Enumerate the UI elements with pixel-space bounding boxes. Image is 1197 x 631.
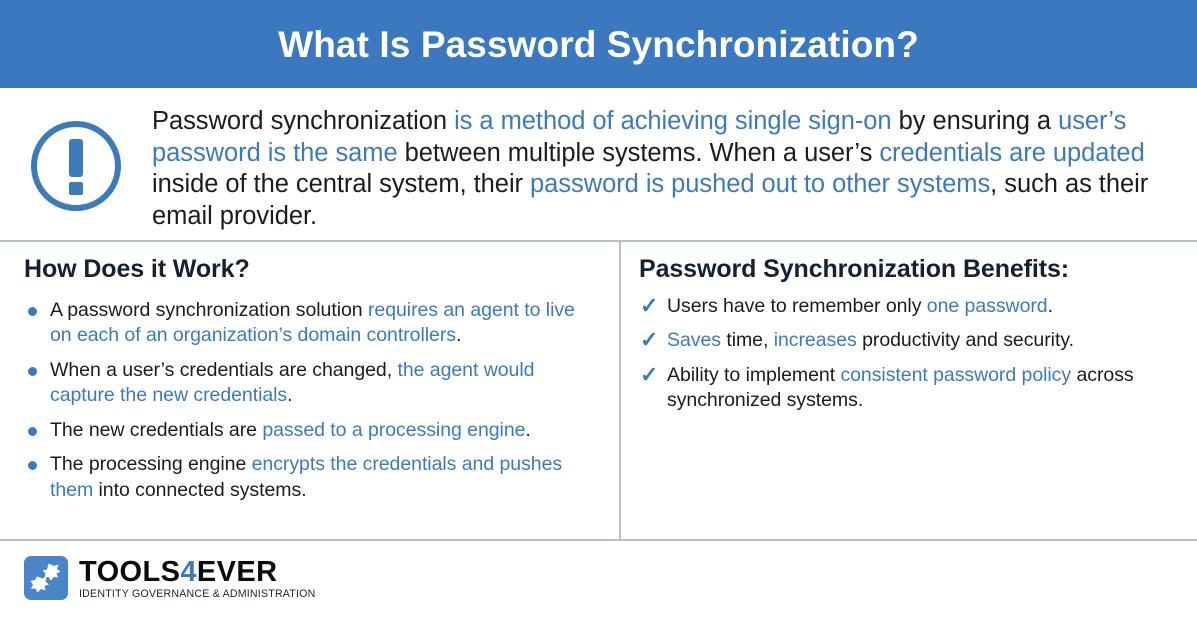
plain-text: inside of the central system, their bbox=[152, 170, 531, 198]
benefits-list: ✓ Users have to remember only one passwor… bbox=[639, 292, 1179, 414]
accent-text: consistent password policy bbox=[840, 363, 1072, 386]
plain-text: between multiple systems. When a user’s bbox=[397, 138, 880, 167]
logo-word-part1: TOOLS bbox=[79, 556, 181, 588]
list-item-text: The new credentials are passed to a proc… bbox=[50, 419, 531, 441]
list-item: ✓ Users have to remember only one passwor… bbox=[639, 292, 1179, 320]
tools4ever-gears-icon bbox=[24, 556, 68, 600]
logo-tagline: IDENTITY GOVERNANCE & ADMINISTRATION bbox=[79, 588, 316, 600]
list-item: The new credentials are passed to a proc… bbox=[24, 418, 589, 444]
accent-text: credentials are updated bbox=[879, 138, 1145, 167]
benefits-column: Password Synchronization Benefits: ✓ User… bbox=[621, 242, 1197, 539]
plain-text: . bbox=[1047, 294, 1053, 317]
plain-text: Password synchronization bbox=[152, 107, 455, 135]
exclamation-circle-icon bbox=[28, 118, 124, 214]
logo-wordmark: TOOLS4EVER IDENTITY GOVERNANCE & ADMINIS… bbox=[79, 557, 316, 601]
plain-text: . bbox=[525, 418, 531, 441]
bullet-dot-icon bbox=[28, 306, 37, 316]
intro-section: Password synchronization is a method of … bbox=[0, 88, 1197, 240]
plain-text: The processing engine bbox=[50, 453, 252, 475]
accent-text: increases bbox=[773, 329, 857, 351]
logo-word-part2: EVER bbox=[196, 556, 278, 588]
list-item: The processing engine encrypts the crede… bbox=[24, 452, 589, 503]
plain-text: into connected systems. bbox=[93, 478, 307, 501]
list-item-text: Saves time, increases productivity and s… bbox=[667, 329, 1074, 351]
check-icon: ✓ bbox=[640, 292, 659, 318]
list-item-text: A password synchronization solution requ… bbox=[50, 299, 575, 347]
list-item-text: The processing engine encrypts the crede… bbox=[50, 453, 562, 501]
accent-text: password is pushed out to other systems bbox=[530, 170, 991, 198]
list-item-text: When a user’s credentials are changed, t… bbox=[50, 359, 534, 407]
bullet-dot-icon bbox=[28, 426, 37, 436]
plain-text: time, bbox=[720, 329, 774, 351]
accent-text: one password bbox=[926, 294, 1048, 317]
page-title: What Is Password Synchronization? bbox=[278, 23, 919, 65]
accent-text: passed to a processing engine bbox=[262, 418, 526, 441]
list-item: A password synchronization solution requ… bbox=[24, 298, 589, 349]
bullet-dot-icon bbox=[28, 461, 37, 470]
header-banner: What Is Password Synchronization? bbox=[0, 0, 1197, 88]
plain-text: A password synchronization solution bbox=[50, 298, 368, 321]
list-item: ✓ Saves time, increases productivity and … bbox=[639, 327, 1179, 354]
divider-horizontal-bottom bbox=[0, 539, 1197, 541]
right-column-heading: Password Synchronization Benefits: bbox=[639, 255, 1070, 283]
plain-text: . bbox=[287, 384, 293, 406]
how-it-works-list: A password synchronization solution requ… bbox=[24, 298, 589, 504]
how-does-it-work-column: How Does it Work? A password synchroniza… bbox=[0, 242, 619, 539]
plain-text: productivity and security. bbox=[856, 329, 1074, 351]
list-item-text: Users have to remember only one password… bbox=[667, 295, 1053, 317]
plain-text: Users have to remember only bbox=[667, 294, 927, 317]
logo-word-four: 4 bbox=[180, 556, 197, 588]
plain-text: Ability to implement bbox=[667, 363, 841, 386]
plain-text: by ensuring a bbox=[891, 107, 1059, 135]
list-item: When a user’s credentials are changed, t… bbox=[24, 358, 589, 409]
accent-text: is a method of achieving single sign-on bbox=[454, 107, 892, 135]
check-icon: ✓ bbox=[640, 361, 659, 387]
left-column-heading: How Does it Work? bbox=[24, 255, 250, 283]
check-icon: ✓ bbox=[640, 327, 659, 352]
logo-word: TOOLS4EVER bbox=[79, 557, 316, 587]
intro-paragraph: Password synchronization is a method of … bbox=[152, 106, 1175, 232]
plain-text: The new credentials are bbox=[50, 418, 263, 441]
brand-logo[interactable]: TOOLS4EVER IDENTITY GOVERNANCE & ADMINIS… bbox=[24, 556, 316, 601]
plain-text: . bbox=[455, 324, 462, 346]
accent-text: Saves bbox=[667, 329, 721, 351]
list-item: ✓ Ability to implement consistent passwor… bbox=[639, 361, 1179, 414]
infographic-root: What Is Password Synchronization? Passwo… bbox=[0, 0, 1197, 631]
list-item-text: Ability to implement consistent password… bbox=[667, 364, 1134, 412]
plain-text: When a user’s credentials are changed, bbox=[50, 358, 398, 381]
bullet-dot-icon bbox=[28, 366, 37, 376]
